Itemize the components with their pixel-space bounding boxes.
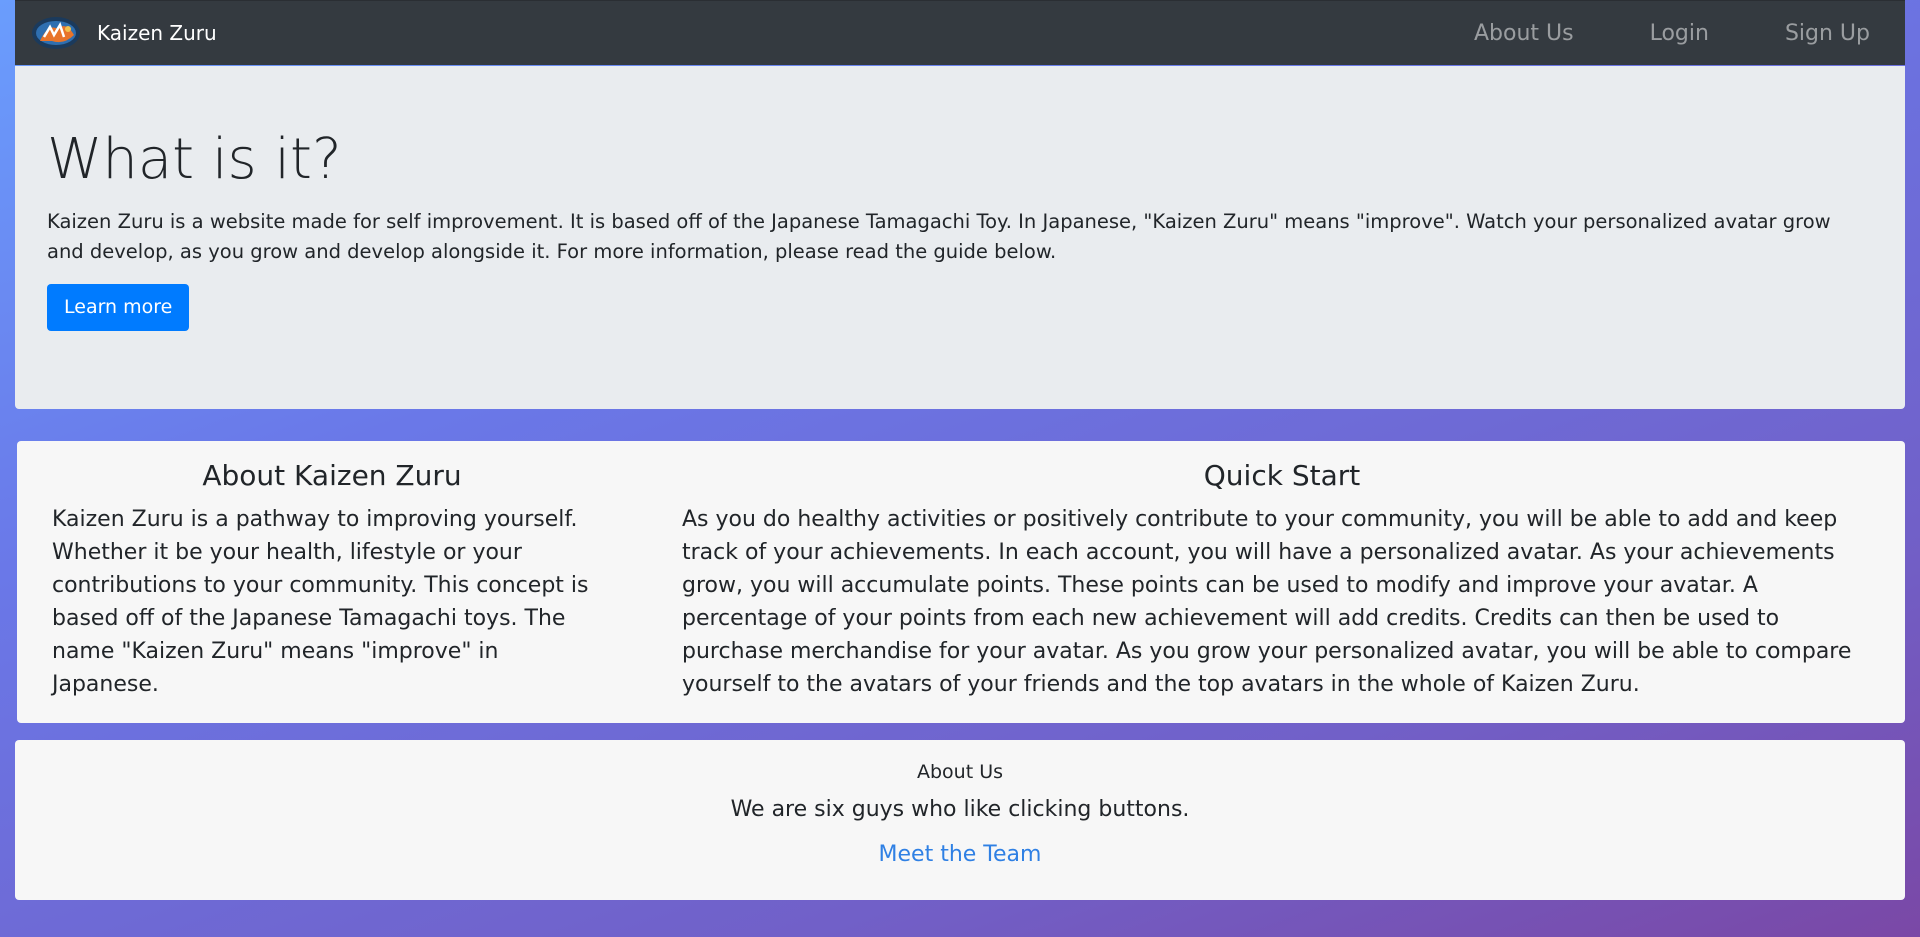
about-us-card: About Us We are six guys who like clicki… (15, 740, 1905, 900)
about-kaizen-zuru-column: About Kaizen Zuru Kaizen Zuru is a pathw… (52, 459, 612, 701)
info-card: About Kaizen Zuru Kaizen Zuru is a pathw… (17, 441, 1905, 723)
about-kaizen-zuru-heading: About Kaizen Zuru (202, 459, 462, 492)
nav-link-about-us[interactable]: About Us (1474, 21, 1574, 46)
hero-title: What is it? (47, 127, 342, 192)
meet-the-team-link[interactable]: Meet the Team (879, 842, 1042, 867)
hero-lead-text: Kaizen Zuru is a website made for self i… (47, 210, 1831, 264)
quick-start-heading: Quick Start (1203, 459, 1361, 492)
about-kaizen-zuru-text: Kaizen Zuru is a pathway to improving yo… (52, 506, 589, 697)
hero-section: What is it? Kaizen Zuru is a website mad… (15, 66, 1905, 409)
learn-more-button[interactable]: Learn more (47, 284, 190, 332)
quick-start-column: Quick Start As you do healthy activities… (682, 459, 1882, 701)
navbar: Kaizen Zuru About Us Login Sign Up (15, 0, 1905, 65)
kaizen-zuru-logo-icon (32, 17, 80, 49)
brand-home-link[interactable]: Kaizen Zuru (30, 15, 217, 51)
nav-link-login[interactable]: Login (1650, 21, 1709, 46)
nav-link-sign-up[interactable]: Sign Up (1785, 21, 1870, 46)
quick-start-text: As you do healthy activities or positive… (682, 506, 1852, 697)
about-us-title: About Us (916, 761, 1004, 783)
brand-name: Kaizen Zuru (97, 21, 217, 45)
nav-links: About Us Login Sign Up (1398, 21, 1870, 46)
about-us-text: We are six guys who like clicking button… (730, 796, 1190, 822)
